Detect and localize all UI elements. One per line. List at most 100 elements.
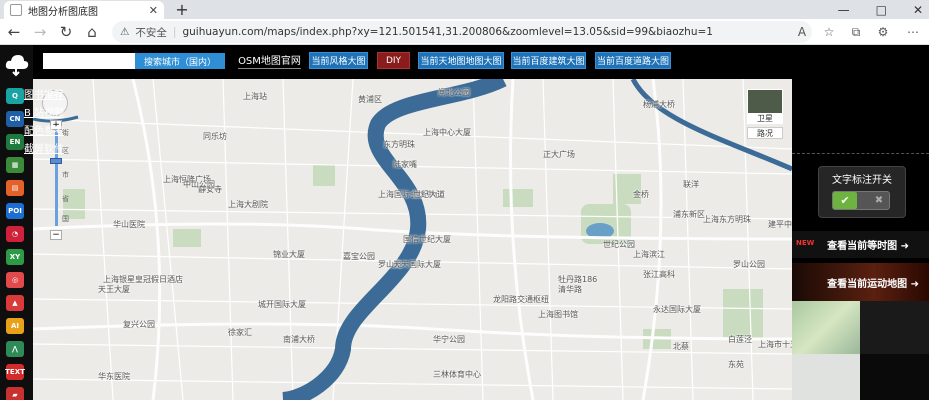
map-place-label: 罗山公园: [733, 260, 765, 269]
browser-tab[interactable]: 地图分析图底图 ✕: [4, 1, 164, 19]
map-thumbnail[interactable]: [792, 301, 860, 354]
close-window-button[interactable]: ✕: [913, 3, 923, 17]
map-place-label: 联洋: [683, 180, 699, 189]
panel-divider: [792, 153, 929, 154]
map-place-label: 上海大剧院: [228, 200, 268, 209]
sports-map-banner[interactable]: 查看当前运动地图 ➜: [792, 263, 929, 301]
map-place-label: 建平中学: [768, 220, 792, 229]
pin-icon[interactable]: ◎: [6, 272, 24, 288]
map-place-label: 上海站: [243, 92, 267, 101]
map-place-label: 东方明珠: [383, 140, 415, 149]
diy-button[interactable]: DIY: [377, 52, 410, 69]
zoom-tag-city[interactable]: 市: [62, 170, 69, 180]
map-thumbnail[interactable]: [860, 354, 929, 400]
map-place-label: 上海滨江: [633, 250, 665, 259]
url-text[interactable]: guihuayun.com/maps/index.php?xy=121.5015…: [182, 26, 713, 38]
map-place-label: 天天国际大厦: [393, 260, 441, 269]
warning-icon[interactable]: ⚠: [120, 26, 129, 38]
toggle-cross-icon[interactable]: ✖: [868, 192, 890, 209]
more-menu-icon[interactable]: ⋯: [904, 23, 922, 41]
map-place-label: 黄浦区: [358, 95, 382, 104]
new-tab-button[interactable]: +: [172, 0, 192, 19]
satellite-label[interactable]: 卫星: [747, 113, 783, 124]
map-place-label: 嘉宝公园: [343, 252, 375, 261]
map-thumbnail[interactable]: [792, 354, 860, 400]
map-toolbar: 搜索城市（国内） OSM地图官网 当前风格大图 DIY 当前天地图地图大图 当前…: [33, 45, 929, 79]
maximize-button[interactable]: □: [876, 3, 887, 17]
map-place-label: 清华路: [558, 285, 582, 294]
map-place-label: 正大广场: [543, 150, 575, 159]
bilibili-video-link[interactable]: B 站视频: [24, 104, 64, 119]
color-reference-link[interactable]: 配色参考: [24, 122, 64, 137]
en-icon[interactable]: EN: [6, 134, 24, 150]
address-bar[interactable]: ⚠ 不安全 | guihuayun.com/maps/index.php?xy=…: [112, 21, 812, 43]
map-place-label: 上海图书馆: [538, 310, 578, 319]
browser-navbar: ← → ↻ ⌂ ⚠ 不安全 | guihuayun.com/maps/index…: [0, 19, 929, 45]
baidu-road-button[interactable]: 当前百度道路大图: [595, 52, 671, 69]
map-place-label: 世纪公园: [603, 240, 635, 249]
baidu-building-button[interactable]: 当前百度建筑大图: [511, 52, 586, 69]
forward-arrow-icon[interactable]: →: [30, 22, 50, 42]
page-favicon-icon: [10, 4, 22, 16]
traffic-label[interactable]: 路况: [747, 127, 783, 139]
map-thumbnail[interactable]: [860, 301, 929, 354]
map-place-label: 杨浦大桥: [643, 100, 675, 109]
security-label[interactable]: 不安全: [135, 25, 167, 40]
screenshot-tool-link[interactable]: 截屏软件: [24, 140, 64, 155]
address-separator: |: [172, 26, 177, 38]
city-search-input[interactable]: [43, 53, 135, 69]
flag-icon[interactable]: ▰: [6, 387, 24, 400]
zoom-tag-country[interactable]: 国: [62, 214, 69, 224]
map-place-label: 张江高科: [643, 270, 675, 279]
tianditu-bigmap-button[interactable]: 当前天地图地图大图: [418, 52, 504, 69]
sports-map-banner-label: 查看当前运动地图 ➜: [827, 278, 919, 290]
poi-icon[interactable]: POI: [6, 203, 24, 219]
map-canvas[interactable]: 上海站 黄浦区 闸北公园 同乐坊 静安寺 上海恒隆广场 中山公园 华山医院 上海大剧院 东方明珠上…: [33, 79, 792, 400]
osm-site-link[interactable]: OSM地图官网: [238, 51, 301, 69]
zoom-slider-handle[interactable]: [50, 158, 62, 164]
text-icon[interactable]: TEXT: [5, 364, 25, 380]
map-place-label: 天王大厦: [98, 285, 130, 294]
map-place-label: 上海东方明珠: [703, 215, 751, 224]
style-bigmap-button[interactable]: 当前风格大图: [309, 52, 368, 69]
map-place-label: 华山医院: [113, 220, 145, 229]
road-icon[interactable]: ⋀: [6, 341, 24, 357]
reload-icon[interactable]: ↻: [56, 22, 76, 42]
satellite-thumbnail[interactable]: [747, 89, 783, 115]
favorites-icon[interactable]: ☆: [820, 23, 838, 41]
xy-icon[interactable]: XY: [6, 249, 24, 265]
cloud-logo-icon[interactable]: [4, 51, 30, 77]
map-place-label: 同乐坊: [203, 132, 227, 141]
chart-icon[interactable]: ▲: [6, 295, 24, 311]
map-place-label: 浦东新区: [673, 210, 705, 219]
book-recommend-link[interactable]: 图书推荐: [24, 86, 64, 101]
grid-icon[interactable]: ▦: [6, 157, 24, 173]
back-arrow-icon[interactable]: ←: [4, 22, 24, 42]
map-place-label: 上海市十五中心: [758, 340, 792, 349]
isochrone-banner[interactable]: NEW 查看当前等时图 ➜: [792, 231, 929, 258]
q-icon[interactable]: Q: [6, 88, 24, 104]
map-place-label: 华东医院: [98, 372, 130, 381]
zoom-out-button[interactable]: −: [50, 230, 62, 240]
zoom-tag-province[interactable]: 省: [62, 194, 69, 204]
ai-icon[interactable]: AI: [6, 318, 24, 334]
map-place-label: 永达国际大厦: [653, 305, 701, 314]
cn-icon[interactable]: CN: [6, 111, 24, 127]
collections-icon[interactable]: ⧉: [847, 23, 865, 41]
map-place-label: 白莲泾: [728, 335, 752, 344]
layers-icon[interactable]: ▤: [6, 180, 24, 196]
read-aloud-icon[interactable]: A: [793, 23, 811, 41]
home-icon[interactable]: ⌂: [82, 22, 102, 42]
map-place-label: 复兴公园: [123, 320, 155, 329]
map-place-label: 龙阳路交通枢纽: [493, 295, 549, 304]
pie-icon[interactable]: ◔: [6, 226, 24, 242]
label-toggle-title: 文字标注开关: [832, 175, 892, 186]
minimize-button[interactable]: —: [838, 3, 850, 17]
map-place-label: 锦业大厦: [273, 250, 305, 259]
window-controls: — □ ✕: [838, 0, 923, 19]
extensions-icon[interactable]: ⚙: [874, 23, 892, 41]
map-place-label: 金桥: [633, 190, 649, 199]
tab-close-icon[interactable]: ✕: [149, 4, 158, 17]
toggle-check-icon[interactable]: ✔: [833, 192, 857, 209]
city-search-button[interactable]: 搜索城市（国内）: [135, 53, 225, 69]
